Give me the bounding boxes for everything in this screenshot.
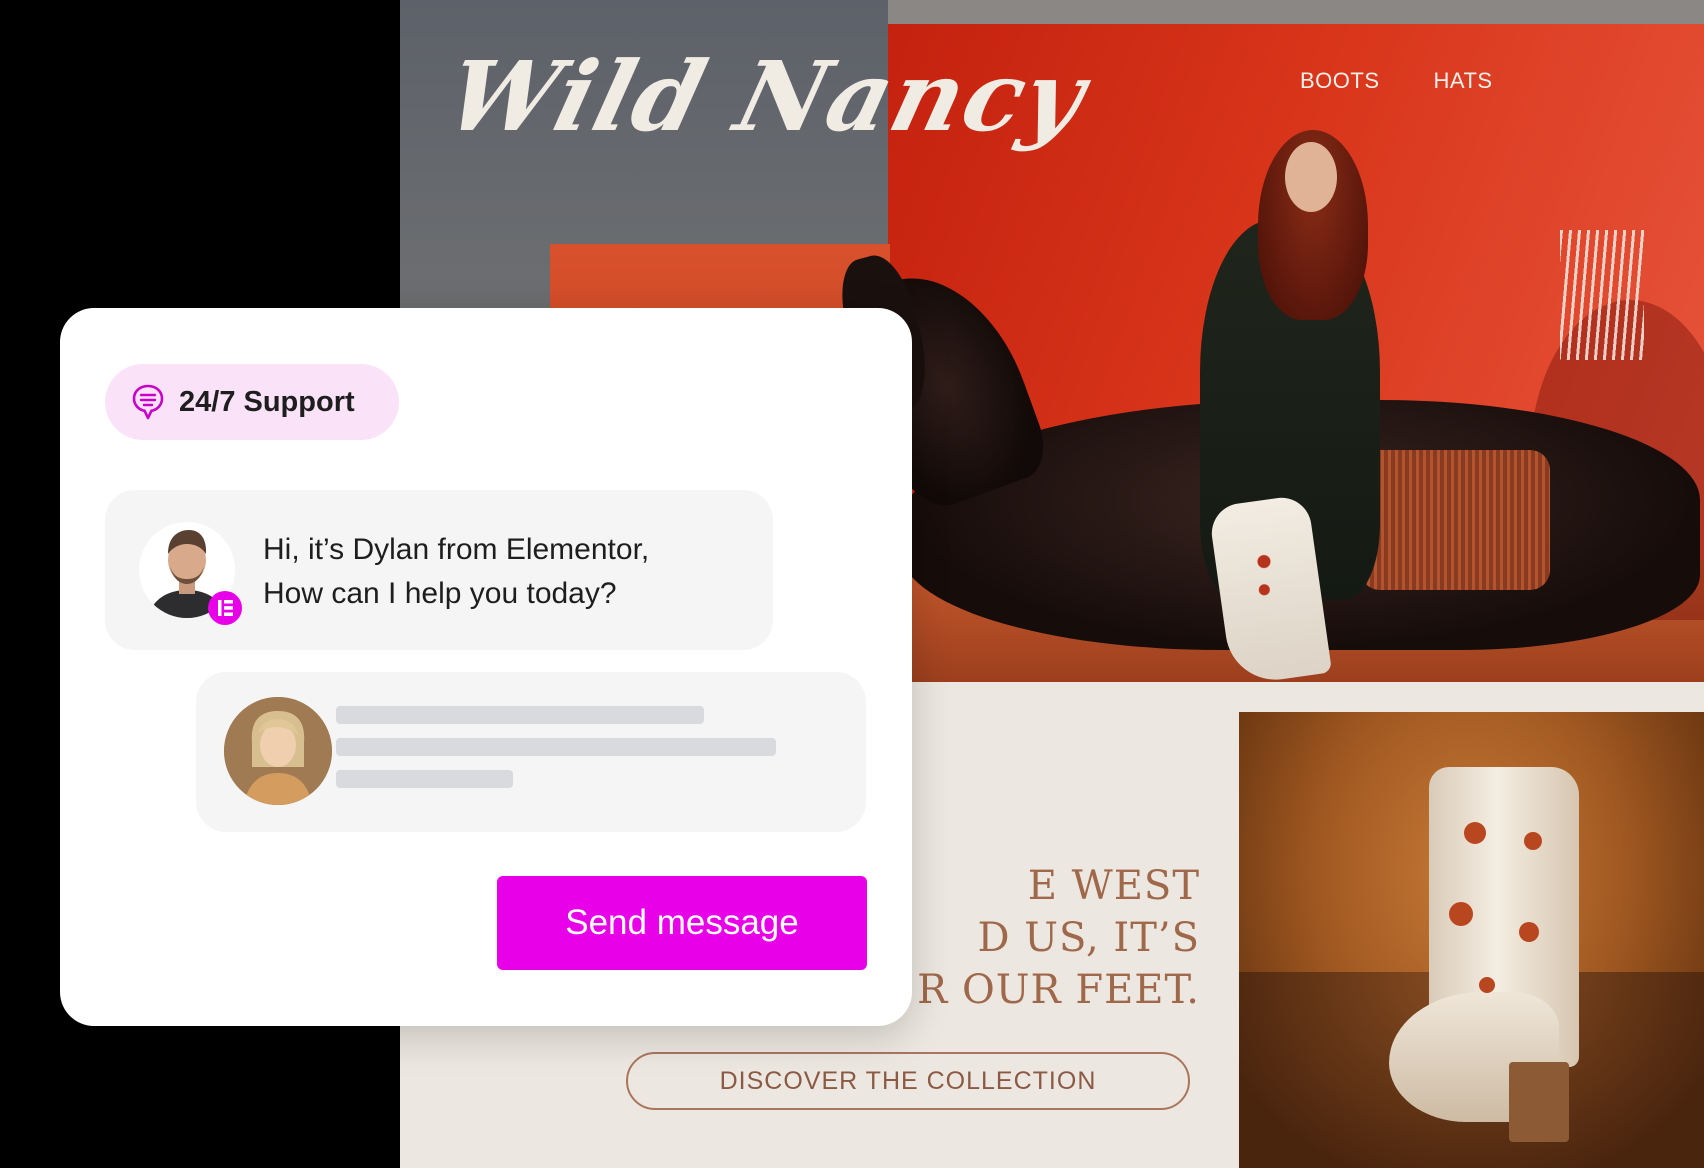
agent-message-text: Hi, it’s Dylan from Elementor, How can I…	[263, 528, 649, 616]
user-avatar	[224, 697, 332, 805]
agent-message-line: How can I help you today?	[263, 577, 617, 610]
nav-boots[interactable]: BOOTS	[1300, 68, 1380, 94]
chat-bubble-icon	[131, 383, 165, 421]
message-skeleton-line	[336, 770, 513, 788]
support-badge: 24/7 Support	[105, 364, 399, 440]
site-logo[interactable]: Wild Nancy	[436, 40, 1098, 153]
nav-hats[interactable]: HATS	[1434, 68, 1493, 94]
send-message-button[interactable]: Send message	[497, 876, 867, 970]
site-nav: BOOTS HATS	[1300, 68, 1493, 94]
discover-collection-button[interactable]: DISCOVER THE COLLECTION	[626, 1052, 1190, 1110]
boot-product-image	[1239, 712, 1704, 1168]
agent-message-line: Hi, it’s Dylan from Elementor,	[263, 533, 650, 566]
support-chat-card: 24/7 Support Hi, it’s Dylan from Element…	[60, 308, 912, 1026]
user-message-placeholder	[196, 672, 866, 832]
support-badge-label: 24/7 Support	[179, 385, 355, 418]
agent-avatar	[139, 522, 242, 625]
message-skeleton-line	[336, 738, 776, 756]
agent-message: Hi, it’s Dylan from Elementor, How can I…	[105, 490, 773, 650]
message-skeleton-line	[336, 706, 704, 724]
